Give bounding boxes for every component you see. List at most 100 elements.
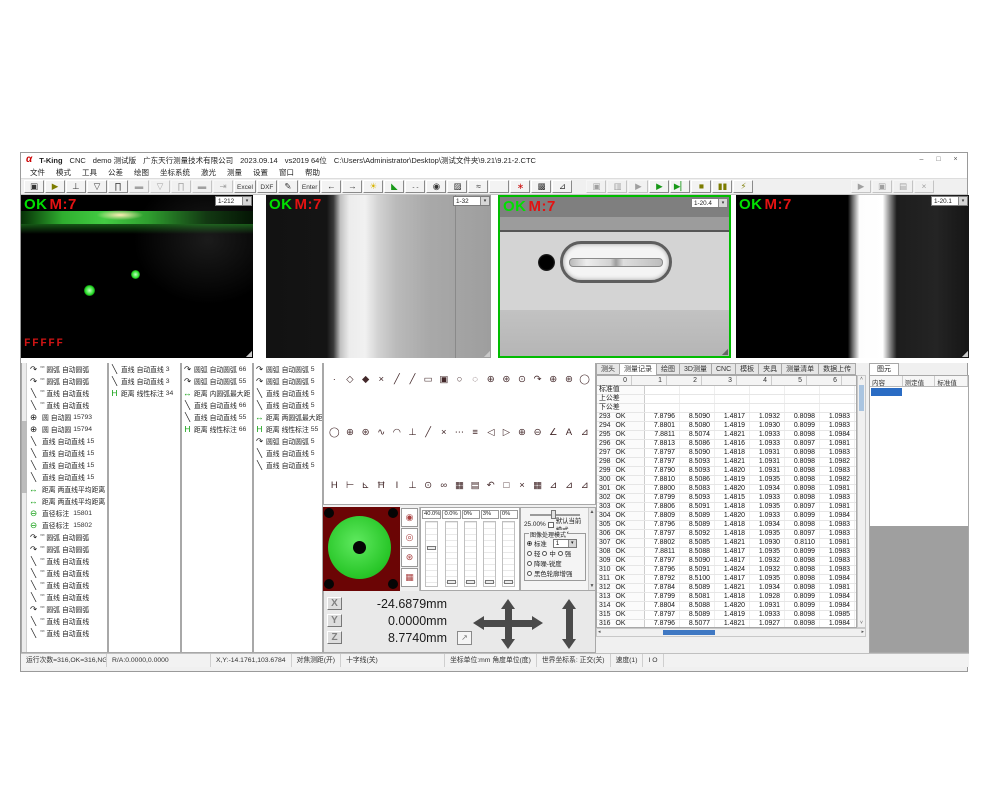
feature-list-item[interactable]: ↷ *** 圆弧 自动圆弧 <box>28 603 107 615</box>
stage-down-button[interactable]: ▬ <box>192 180 212 193</box>
camera-range-combo[interactable]: 1-212▾ <box>215 196 252 206</box>
measure-tool-icon[interactable]: ⊥ <box>405 426 420 441</box>
annotate-button[interactable]: ✎ <box>278 180 298 193</box>
options-scrollbar[interactable]: ▲▼ <box>588 508 595 590</box>
wave-button[interactable]: ≈ <box>468 180 488 193</box>
slider-thumb[interactable] <box>504 580 513 584</box>
table-row[interactable]: 311OK 7.8792 8.5100 1.4817 1.0935 0.8098… <box>597 575 856 584</box>
table-row[interactable]: 302OK 7.8799 8.5093 1.4815 1.0933 0.8098… <box>597 494 856 503</box>
feature-list-item[interactable]: ↷ 圆弧 自动圆弧 5 <box>254 375 322 387</box>
table-row[interactable]: 295OK 7.8811 8.5074 1.4821 1.0933 0.8098… <box>597 431 856 440</box>
column-button[interactable]: ∏ <box>108 180 128 193</box>
measure-tool-icon[interactable]: A <box>562 426 577 441</box>
table-row[interactable]: 301OK 7.8800 8.5083 1.4820 1.0934 0.8098… <box>597 485 856 494</box>
column-header[interactable]: 1 <box>632 376 667 385</box>
light-level-radio[interactable] <box>527 551 532 556</box>
feature-list-item[interactable]: ╲ *** 直线 自动直线 <box>28 591 107 603</box>
mid-level-radio[interactable] <box>542 551 547 556</box>
measure-tool-icon[interactable]: ≡ <box>468 426 483 441</box>
record-tab[interactable]: 数据上传 <box>818 363 856 375</box>
lens-button[interactable]: ▽ <box>87 180 107 193</box>
open-button[interactable]: ▶ <box>45 180 65 193</box>
table-row[interactable]: 300OK 7.8810 8.5086 1.4819 1.0935 0.8098… <box>597 476 856 485</box>
slider-track[interactable] <box>483 521 496 587</box>
measure-tool-icon[interactable]: ╱ <box>405 373 420 388</box>
measure-tool-icon[interactable]: ◯ <box>327 426 342 441</box>
slider-thumb[interactable] <box>551 510 556 519</box>
play-button[interactable]: ▶ <box>851 180 871 193</box>
feature-list-item[interactable]: ╲ 直线 自动直线 15 <box>28 435 107 447</box>
feature-list-item[interactable]: ╲ 直线 自动直线 15 <box>28 447 107 459</box>
table-row[interactable]: 标准值 <box>597 386 856 395</box>
menu-item[interactable]: 窗口 <box>279 167 294 178</box>
table-row[interactable]: 307OK 7.8802 8.5085 1.4821 1.0930 0.8110… <box>597 539 856 548</box>
slider-track[interactable] <box>425 521 438 587</box>
column-header[interactable]: 2 <box>667 376 702 385</box>
blank-button[interactable] <box>489 180 509 193</box>
measure-tool-icon[interactable]: ⊕ <box>483 373 498 388</box>
resize-grip-icon[interactable]: ◢ <box>246 350 252 358</box>
menu-item[interactable]: 设置 <box>253 167 268 178</box>
default-mode-checkbox[interactable] <box>548 522 554 528</box>
feature-list-item[interactable]: ╲ 直线 自动直线 5 <box>254 459 322 471</box>
record-tab[interactable]: 3D测量 <box>679 363 711 375</box>
measure-tool-icon[interactable]: ⊛ <box>499 373 514 388</box>
record-tab[interactable]: 测量清单 <box>781 363 818 375</box>
report-button[interactable]: ⊿ <box>552 180 572 193</box>
column-header[interactable]: 内容 <box>870 376 903 386</box>
slider-track[interactable] <box>502 521 515 587</box>
feature-list-item[interactable]: ╲ 直线 自动直线 66 <box>182 399 252 411</box>
resize-grip-icon[interactable]: ◢ <box>722 348 728 356</box>
primitives-tab[interactable]: 图元 <box>869 363 899 375</box>
dimension-tool-icon[interactable]: ⊾ <box>358 479 373 494</box>
table-row[interactable]: 303OK 7.8806 8.5091 1.4818 1.0935 0.8097… <box>597 503 856 512</box>
feature-list-item[interactable]: ╲ 直线 自动直线 15 <box>28 471 107 483</box>
slider-track[interactable] <box>445 521 458 587</box>
scroll-down-icon[interactable]: ˅ <box>858 620 865 627</box>
camera-view-4[interactable]: OKM:7 1-20.1▾ ◢ <box>736 195 969 358</box>
dimension-tool-icon[interactable]: ▤ <box>468 479 483 494</box>
measure-tool-icon[interactable]: ∠ <box>546 426 561 441</box>
light-mode-button[interactable]: ◎ <box>401 528 418 547</box>
delete-tool-button[interactable]: × <box>914 180 934 193</box>
table-row[interactable]: 314OK 7.8804 8.5088 1.4820 1.0931 0.8099… <box>597 602 856 611</box>
measure-tool-icon[interactable]: ⊛ <box>562 373 577 388</box>
feature-list-item[interactable]: ╲ *** 直线 自动直线 <box>28 555 107 567</box>
resize-grip-icon[interactable]: ◢ <box>962 350 968 358</box>
slider-thumb[interactable] <box>485 580 494 584</box>
column-header[interactable]: 标准值 <box>935 376 968 386</box>
menu-item[interactable]: 文件 <box>30 167 45 178</box>
table-horizontal-scrollbar[interactable]: ◂ ▸ <box>596 628 866 637</box>
strong-level-radio[interactable] <box>558 551 563 556</box>
light-mode-button[interactable]: ◉ <box>401 508 418 527</box>
column-header[interactable]: 测定值 <box>903 376 936 386</box>
slider-thumb[interactable] <box>427 546 436 550</box>
resize-grip-icon[interactable]: ◢ <box>484 350 490 358</box>
light-mode-button[interactable]: ⊛ <box>401 548 418 567</box>
table-row[interactable]: 下公差 <box>597 404 856 413</box>
camera-range-combo[interactable]: 1-20.1▾ <box>931 196 968 206</box>
feature-list-item[interactable]: ╲ *** 直线 自动直线 <box>28 387 107 399</box>
hatch-button[interactable]: ▨ <box>447 180 467 193</box>
probe-button[interactable]: ⊥ <box>66 180 86 193</box>
save-tool-button[interactable]: ▣ <box>872 180 892 193</box>
run-to-end-button[interactable]: ▶▏ <box>670 180 690 193</box>
close-button[interactable]: × <box>949 154 962 166</box>
dimension-tool-icon[interactable]: ∞ <box>436 479 451 494</box>
table-row[interactable]: 308OK 7.8811 8.5088 1.4817 1.0935 0.8099… <box>597 548 856 557</box>
measure-tool-icon[interactable]: ◠ <box>390 426 405 441</box>
slider-thumb[interactable] <box>466 580 475 584</box>
align-button[interactable]: ⇥ <box>213 180 233 193</box>
dimension-tool-icon[interactable]: ▦ <box>530 479 545 494</box>
dimension-tool-icon[interactable]: I <box>390 479 405 494</box>
feature-list-item[interactable]: ↔ 距离 内圆弧最大距 <box>182 387 252 399</box>
feature-list-item[interactable]: ╲ 直线 自动直线 55 <box>182 411 252 423</box>
measure-tool-icon[interactable]: ▷ <box>499 426 514 441</box>
record-tab[interactable]: CNC <box>711 363 735 375</box>
feature-list-item[interactable]: ⊖ 直径标注 15801 <box>28 507 107 519</box>
selected-cell[interactable] <box>871 388 902 396</box>
feature-list-item[interactable]: ↷ 圆弧 自动圆弧 5 <box>254 435 322 447</box>
record-tab[interactable]: 测量记录 <box>619 363 656 375</box>
table-row[interactable]: 309OK 7.8797 8.5090 1.4817 1.0932 0.8098… <box>597 557 856 566</box>
menu-item[interactable]: 激光 <box>201 167 216 178</box>
